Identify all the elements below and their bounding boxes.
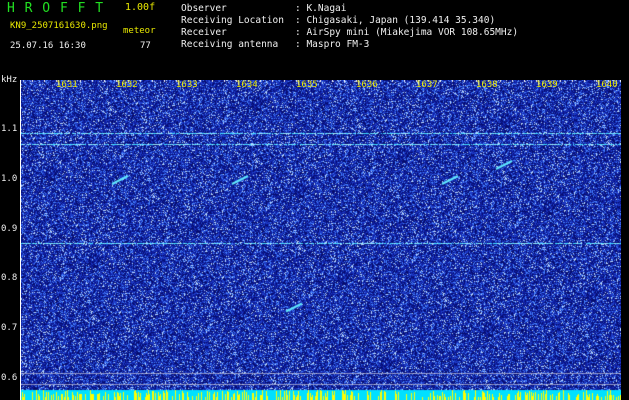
location-value: : Chigasaki, Japan (139.414 35.340) bbox=[295, 15, 496, 26]
y-axis-line bbox=[20, 80, 21, 400]
y-tick-label: 1.1 bbox=[1, 124, 18, 134]
x-tick-label: 1635 bbox=[296, 80, 318, 90]
mode-label: meteor bbox=[123, 26, 156, 36]
hrofft-window: H R O F F T 1.00f KN9_2507161630.png met… bbox=[0, 0, 629, 400]
antenna-value: : Maspro FM-3 bbox=[295, 39, 370, 50]
x-tick-label: 1631 bbox=[56, 80, 78, 90]
x-tick-label: 1632 bbox=[116, 80, 138, 90]
app-version: 1.00f bbox=[125, 2, 156, 13]
x-tick-label: 1637 bbox=[416, 80, 438, 90]
x-tick-label: 1634 bbox=[236, 80, 258, 90]
location-label: Receiving Location bbox=[181, 15, 284, 26]
x-tick-label: 1638 bbox=[476, 80, 498, 90]
x-tick-label: 1633 bbox=[176, 80, 198, 90]
observer-label: Observer bbox=[181, 3, 227, 14]
y-tick-label: 0.6 bbox=[1, 373, 18, 383]
app-title: H R O F F T bbox=[7, 1, 105, 16]
observation-datetime: 25.07.16 16:30 bbox=[10, 41, 86, 51]
receiver-value: : AirSpy mini (Miakejima VOR 108.65MHz) bbox=[295, 27, 519, 38]
x-tick-label: 1639 bbox=[536, 80, 558, 90]
file-name: KN9_2507161630.png bbox=[10, 21, 108, 31]
x-tick-label: 1640 bbox=[596, 80, 618, 90]
spectrogram bbox=[20, 80, 621, 400]
frequency-unit-label: kHz bbox=[1, 75, 18, 85]
x-tick-label: 1636 bbox=[356, 80, 378, 90]
meteor-count: 77 bbox=[140, 41, 151, 51]
y-tick-label: 0.8 bbox=[1, 273, 18, 283]
receiver-label: Receiver bbox=[181, 27, 227, 38]
y-tick-label: 0.9 bbox=[1, 224, 18, 234]
antenna-label: Receiving antenna bbox=[181, 39, 279, 50]
y-tick-label: 0.7 bbox=[1, 323, 18, 333]
y-tick-label: 1.0 bbox=[1, 174, 18, 184]
observer-value: : K.Nagai bbox=[295, 3, 347, 14]
